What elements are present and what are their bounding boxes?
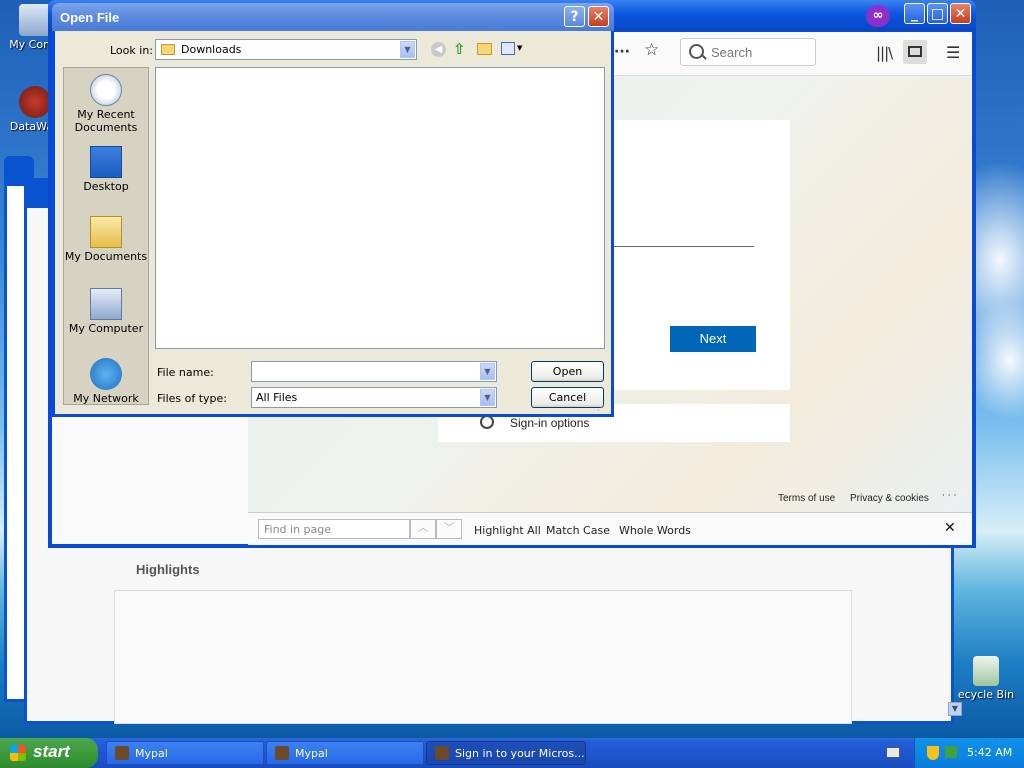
find-previous-button[interactable]: ︿ (410, 519, 436, 539)
search-icon-handle (701, 54, 707, 60)
library-icon[interactable]: |||\ (876, 44, 893, 62)
look-in-label: Look in: (110, 44, 153, 57)
footer-more-icon[interactable]: · · · (942, 491, 956, 501)
clock[interactable]: 5:42 AM (967, 746, 1012, 759)
files-of-type-dropdown[interactable]: All Files ▼ (251, 387, 497, 408)
files-of-type-label: Files of type: (157, 392, 228, 405)
search-placeholder: Search (711, 45, 753, 60)
find-next-button[interactable]: ﹀ (436, 519, 462, 539)
taskbar-item-mypal[interactable]: Mypal (106, 741, 264, 765)
my-network-icon (90, 358, 122, 390)
taskbar: start Mypal Mypal Sign in to your Micros… (0, 738, 1024, 768)
terms-link[interactable]: Terms of use (778, 493, 835, 504)
private-browsing-icon: ∞ (866, 5, 890, 27)
help-button[interactable]: ? (564, 6, 585, 27)
privacy-link[interactable]: Privacy & cookies (850, 493, 929, 504)
place-desktop[interactable]: Desktop (64, 146, 148, 193)
main-window-lower: Highlights (30, 548, 948, 724)
dialog-title: Open File (60, 10, 120, 25)
computer-icon (19, 4, 51, 36)
highlight-all-toggle[interactable]: Highlight All (474, 524, 541, 537)
close-button[interactable]: ✕ (950, 3, 971, 24)
view-menu-chevron-icon[interactable]: ▼ (517, 44, 522, 52)
desktop-icon-label: ecycle Bin (957, 688, 1015, 701)
search-input[interactable]: Search (680, 38, 816, 66)
look-in-value: Downloads (181, 43, 242, 56)
look-in-dropdown[interactable]: Downloads ▼ (155, 39, 417, 60)
scroll-down-button[interactable]: ▼ (948, 702, 962, 716)
keyboard-icon[interactable] (886, 747, 900, 758)
file-name-input[interactable]: ▼ (251, 361, 497, 382)
mypal-app-icon (115, 746, 129, 760)
my-documents-icon (90, 216, 122, 248)
find-placeholder: Find in page (264, 523, 332, 536)
file-list[interactable] (155, 67, 605, 349)
cancel-button[interactable]: Cancel (531, 387, 604, 408)
places-bar: My Recent Documents Desktop My Documents… (63, 67, 149, 405)
mypal-app-icon (435, 746, 449, 760)
view-menu-icon[interactable] (501, 42, 515, 55)
bookmark-star-icon[interactable]: ☆ (644, 40, 659, 60)
menu-icon[interactable]: ☰ (946, 43, 960, 62)
minimize-button[interactable]: _ (904, 3, 925, 24)
place-label: My Network (73, 392, 139, 405)
place-my-computer[interactable]: My Computer (64, 288, 148, 335)
place-my-network[interactable]: My Network (64, 358, 148, 405)
place-recent-documents[interactable]: My Recent Documents (64, 74, 148, 134)
highlights-panel (114, 590, 852, 724)
chevron-down-icon[interactable]: ▼ (480, 389, 495, 406)
place-label: My Recent Documents (74, 108, 138, 134)
security-shield-icon[interactable] (927, 746, 939, 760)
recent-documents-icon (90, 74, 122, 106)
match-case-toggle[interactable]: Match Case (546, 524, 610, 537)
chevron-down-icon[interactable]: ▼ (400, 41, 415, 58)
sidebar-toggle-icon[interactable] (903, 40, 927, 64)
find-in-page-input[interactable]: Find in page (258, 519, 410, 539)
chevron-down-icon[interactable]: ▼ (480, 363, 495, 380)
open-file-dialog: Open File ? ✕ Look in: Downloads ▼ ◀ ⇧ ▼… (52, 3, 614, 417)
network-icon[interactable] (945, 746, 957, 758)
taskbar-item-signin[interactable]: Sign in to your Micros... (426, 741, 586, 765)
signin-options-label: Sign-in options (510, 416, 590, 430)
files-of-type-value: All Files (256, 391, 298, 404)
key-icon (480, 415, 494, 429)
taskbar-item-label: Sign in to your Micros... (455, 747, 585, 760)
find-close-icon[interactable]: ✕ (944, 520, 956, 536)
dialog-body: Look in: Downloads ▼ ◀ ⇧ ▼ My Recent Doc… (55, 31, 611, 414)
highlights-heading: Highlights (136, 562, 200, 577)
windows-logo-icon (10, 745, 26, 761)
start-button[interactable]: start (0, 738, 98, 768)
place-label: My Computer (68, 322, 144, 335)
system-tray: 5:42 AM (914, 738, 1024, 768)
up-folder-icon[interactable]: ⇧ (453, 40, 466, 58)
maximize-button[interactable]: □ (927, 3, 948, 24)
place-label: My Documents (64, 250, 148, 263)
open-button[interactable]: Open (531, 361, 604, 382)
page-actions-icon[interactable]: ··· (614, 44, 630, 60)
start-label: start (33, 742, 70, 761)
new-folder-icon[interactable] (477, 43, 492, 55)
place-label: Desktop (83, 180, 129, 193)
folder-icon (161, 44, 175, 55)
desktop-icon-recycle-bin[interactable]: ecycle Bin (948, 656, 1024, 701)
mypal-app-icon (275, 746, 289, 760)
recycle-bin-icon (973, 656, 999, 686)
dialog-titlebar[interactable]: Open File ? ✕ (52, 3, 614, 31)
whole-words-toggle[interactable]: Whole Words (619, 524, 691, 537)
taskbar-item-label: Mypal (135, 747, 168, 760)
dialog-close-button[interactable]: ✕ (588, 6, 609, 27)
find-bar: Find in page ︿ ﹀ Highlight All Match Cas… (248, 512, 972, 545)
taskbar-item-mypal[interactable]: Mypal (266, 741, 424, 765)
shortcut-icon (19, 86, 51, 118)
file-name-label: File name: (157, 366, 214, 379)
resize-grip-icon[interactable]: ⋰ (597, 403, 605, 412)
taskbar-item-label: Mypal (295, 747, 328, 760)
next-button[interactable]: Next (670, 326, 756, 352)
back-icon[interactable]: ◀ (431, 42, 446, 57)
place-my-documents[interactable]: My Documents (64, 216, 148, 263)
my-computer-icon (90, 288, 122, 320)
desktop-icon (90, 146, 122, 178)
